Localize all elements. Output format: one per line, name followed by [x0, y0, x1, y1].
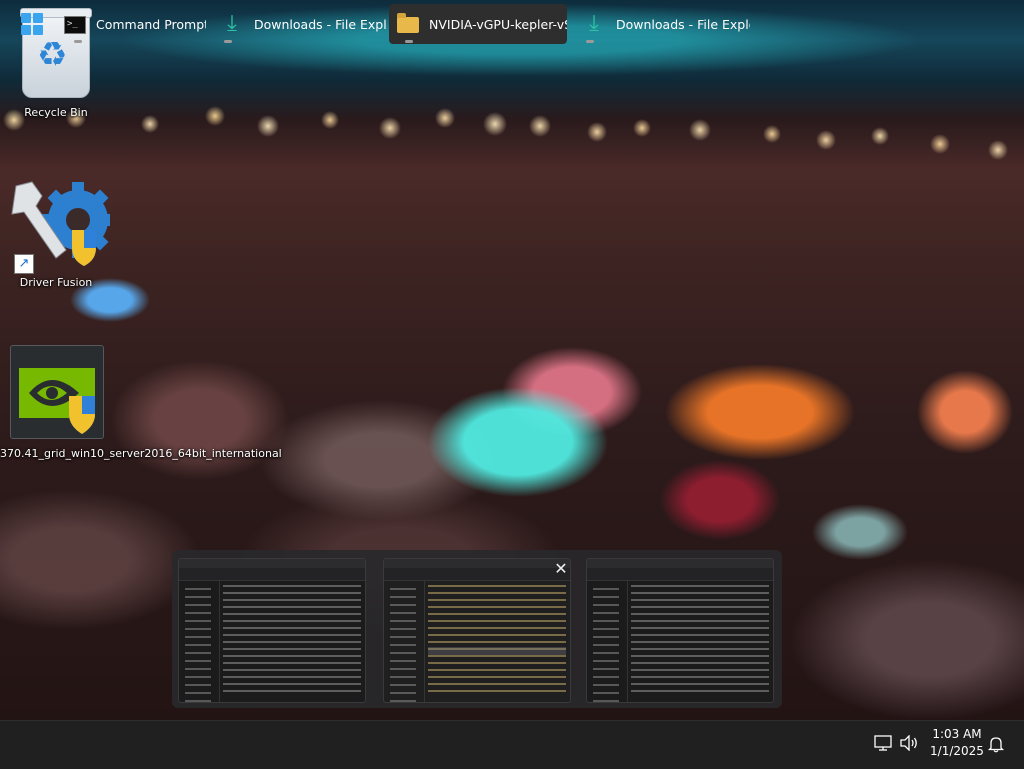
network-icon[interactable]: [874, 735, 892, 751]
desktop-icon-label: Recycle Bin: [24, 106, 88, 119]
desktop-icon-nvidia-installer[interactable]: 370.41_grid_win10_server2016_64bit_inter…: [0, 345, 282, 461]
clock-time: 1:03 AM: [932, 727, 982, 741]
shortcut-arrow-icon: ↗: [14, 254, 34, 274]
download-arrow-icon: ⤓: [227, 11, 237, 36]
taskbar-item-nvidia-folder[interactable]: NVIDIA-vGPU-kepler-vS: [389, 4, 567, 44]
start-button[interactable]: [10, 4, 54, 44]
desktop-icon-label: Driver Fusion: [19, 276, 93, 289]
wallpaper-bokeh-lights: [0, 100, 1024, 160]
taskbar-item-label: Command Prompt: [96, 16, 206, 32]
nvidia-installer-icon: [10, 345, 104, 439]
taskbar-item-label: Downloads - File Explor: [254, 16, 386, 32]
taskbar-clock[interactable]: 1:03 AM 1/1/2025: [922, 726, 992, 760]
windows-logo-icon: [21, 13, 43, 35]
driver-fusion-icon: ↗: [6, 178, 110, 274]
clock-date: 1/1/2025: [930, 744, 984, 758]
download-arrow-icon: ⤓: [589, 11, 599, 36]
taskbar-item-downloads-2[interactable]: ⤓ Downloads - File Explor: [570, 4, 750, 44]
taskbar-item-command-prompt[interactable]: Command Prompt: [56, 4, 206, 44]
preview-close-button[interactable]: ✕: [551, 559, 571, 579]
window-preview-nvidia-folder[interactable]: [383, 558, 571, 703]
taskbar-window-previews: ✕: [172, 550, 782, 708]
window-preview-downloads-2[interactable]: [586, 558, 774, 703]
taskbar: [0, 720, 1024, 769]
folder-icon: [397, 13, 419, 33]
window-preview-downloads-1[interactable]: [178, 558, 366, 703]
command-prompt-icon: [64, 15, 86, 34]
taskbar-item-label: NVIDIA-vGPU-kepler-vS: [429, 16, 567, 32]
notification-bell-icon[interactable]: [987, 735, 1005, 753]
taskbar-item-downloads-1[interactable]: ⤓ Downloads - File Explor: [208, 4, 386, 44]
desktop-icon-driver-fusion[interactable]: ↗ Driver Fusion: [0, 178, 112, 290]
taskbar-item-label: Downloads - File Explor: [616, 16, 750, 32]
volume-icon[interactable]: [899, 735, 919, 751]
desktop-icon-label: 370.41_grid_win10_server2016_64bit_inter…: [0, 447, 282, 461]
